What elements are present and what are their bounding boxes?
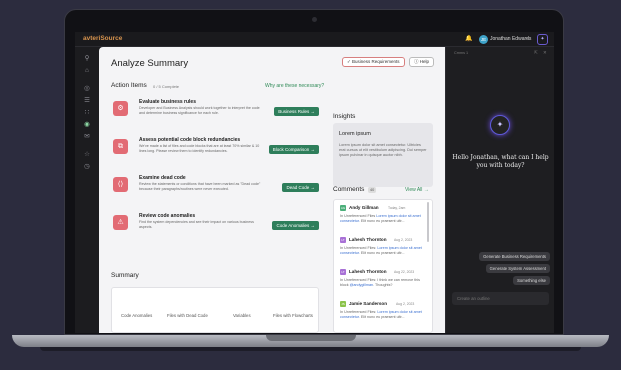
action-item: ⚠ Review code anomalies Find the system …	[111, 213, 319, 247]
comment-rest: Elit nunc eu praesent ultr...	[359, 218, 405, 223]
comment-author: Lahesh Thornton	[349, 237, 387, 242]
main-panel: Analyze Summary ✓ Business Requirements …	[99, 47, 445, 333]
gear-icon: ⚙	[113, 101, 128, 116]
chevron-down-icon[interactable]: ⌄	[525, 35, 529, 41]
comments-heading: Comments	[333, 186, 365, 193]
comment-prefix: In Unreferenced Files:	[340, 246, 378, 250]
business-requirements-label: Business Requirements	[352, 59, 400, 64]
avatar[interactable]: JE	[479, 35, 488, 44]
dead-code-button[interactable]: Dead Code →	[282, 183, 319, 192]
suggestion-chip[interactable]: Generate Business Requirements	[479, 252, 550, 261]
app-screen: avteriSource 🔔 JE Jonathan Edwards ⌄ ✦ ⚲…	[75, 32, 554, 333]
search-icon[interactable]: ⚲	[83, 55, 91, 63]
comment-prefix: In Unreferenced Files	[340, 214, 377, 218]
chart-icon[interactable]: ∷	[83, 109, 91, 117]
action-description: Find the system dependencies and see the…	[139, 220, 254, 229]
camera-dot	[312, 17, 317, 22]
warning-icon: ⚠	[113, 215, 128, 230]
bell-icon[interactable]: 🔔	[465, 35, 472, 42]
summary-column-header: Files with Dead Code	[167, 313, 208, 318]
close-icon[interactable]: ✕	[543, 50, 547, 56]
avatar: AG	[340, 205, 346, 211]
comment-text: In Unreferenced Files: Lorem ipsum dolor…	[340, 246, 428, 255]
copy-icon: ⧉	[113, 139, 128, 154]
assistant-toggle-icon[interactable]: ✦	[537, 34, 548, 45]
comment-date: Aug 2, 2023	[396, 302, 415, 306]
why-necessary-link[interactable]: Why are these necessary?	[265, 83, 324, 89]
action-item: ⚙ Evaluate business rules Developer and …	[111, 99, 319, 133]
action-item: ⧉ Assess potential code block redundanci…	[111, 137, 319, 171]
action-description: We've made a list of files and code bloc…	[139, 144, 260, 153]
comment-date: Aug 22, 2023	[394, 270, 415, 274]
laptop-notch	[266, 335, 356, 341]
help-label: Help	[419, 59, 430, 64]
avatar: JS	[340, 301, 346, 307]
avatar: LT	[340, 237, 346, 243]
comments-count-badge: 40	[368, 187, 377, 193]
action-description: Review the statements or conditions that…	[139, 182, 261, 191]
laptop-shadow	[40, 347, 581, 351]
home-icon[interactable]: ⌂	[83, 67, 91, 75]
summary-table	[111, 287, 319, 333]
action-description: Developer and Business Analysts should w…	[139, 106, 260, 115]
action-title: Examine dead code	[139, 175, 186, 181]
app-logo[interactable]: avteriSource	[83, 35, 122, 42]
summary-column-header: Variables	[233, 313, 251, 318]
list-icon[interactable]: ☰	[83, 97, 91, 105]
insights-heading: Insights	[333, 113, 356, 120]
insight-title: Lorem ipsum	[339, 131, 371, 137]
icon-rail: ⚲ ⌂ ◎ ☰ ∷ ◉ ✉ ☆ ◷	[75, 47, 99, 333]
action-items-heading: Action Items	[111, 82, 147, 89]
comment-text: In Unreferenced Files: Lorem ipsum dolor…	[340, 310, 428, 319]
action-title: Assess potential code block redundancies	[139, 137, 241, 143]
star-icon[interactable]: ☆	[83, 151, 91, 159]
summary-column-header: Files with Flowcharts	[273, 313, 313, 318]
history-icon[interactable]: ◷	[83, 163, 91, 171]
view-all-link[interactable]: View All →	[405, 187, 429, 193]
business-rules-button[interactable]: Business Rules →	[274, 107, 319, 116]
suggestion-chip[interactable]: Something else	[513, 276, 550, 285]
action-item: ⟨⟩ Examine dead code Review the statemen…	[111, 175, 319, 209]
page-title: Analyze Summary	[111, 58, 189, 69]
action-items-count: 0 / 5 Complete	[153, 84, 180, 89]
action-title: Review code anomalies	[139, 213, 196, 219]
comment-prefix: In Unreferenced Files:	[340, 310, 378, 314]
expand-icon[interactable]: ⇱	[534, 50, 538, 56]
assistant-greeting: Hello Jonathan, what can I help you with…	[452, 154, 549, 169]
assistant-panel: Cmms 1 ⇱ ✕ ✦ Hello Jonathan, what can I …	[445, 47, 554, 333]
comments-scrollbar[interactable]	[427, 202, 429, 242]
top-bar: avteriSource 🔔 JE Jonathan Edwards ⌄ ✦	[75, 32, 554, 47]
comment-rest: Elit nunc eu praesent ultr...	[359, 250, 405, 255]
comment-author: Jamie Sanderson	[349, 301, 388, 306]
assistant-logo-icon: ✦	[490, 115, 510, 135]
comment-link[interactable]: @andygillman	[350, 283, 373, 287]
target-icon[interactable]: ◎	[83, 85, 91, 93]
block-comparison-button[interactable]: Block Comparison →	[268, 145, 319, 154]
comment-rest: Elit nunc eu praesent ultr...	[359, 314, 405, 319]
comment-author: Lahesh Thornton	[349, 269, 387, 274]
comment-date: Aug 2, 2023	[394, 238, 413, 242]
help-button[interactable]: ⓘ Help	[409, 57, 435, 67]
avatar: LT	[340, 269, 346, 275]
comment-text: In Unreferenced Files Lorem ipsum dolor …	[340, 214, 428, 223]
chat-input[interactable]: Create an outline	[452, 292, 549, 305]
summary-column-header: Code Anomalies	[121, 313, 153, 318]
suggestion-chip[interactable]: Generate System Assessment	[485, 264, 550, 273]
summary-heading: Summary	[111, 272, 139, 279]
comment-date: Today, 2am	[388, 206, 406, 210]
insight-body: Lorem ipsum dolor sit amet consectetur. …	[339, 143, 427, 157]
analyze-icon[interactable]: ◉	[83, 121, 91, 129]
message-icon[interactable]: ✉	[83, 133, 91, 141]
code-icon: ⟨⟩	[113, 177, 128, 192]
code-anomalies-button[interactable]: Code Anomalies →	[272, 221, 319, 230]
comment-text: In Unreferenced Files: I think we can re…	[340, 278, 428, 287]
comment-author: Andy Gillman	[349, 205, 379, 210]
insight-card: Lorem ipsum Lorem ipsum dolor sit amet c…	[333, 123, 433, 187]
comment-rest: . Thoughts?	[373, 282, 393, 287]
business-requirements-button[interactable]: ✓ Business Requirements	[342, 57, 405, 67]
action-title: Evaluate business rules	[139, 99, 196, 105]
chat-label: Cmms 1	[454, 51, 469, 55]
comments-list[interactable]: AG Andy Gillman Today, 2am In Unreferenc…	[333, 199, 433, 333]
